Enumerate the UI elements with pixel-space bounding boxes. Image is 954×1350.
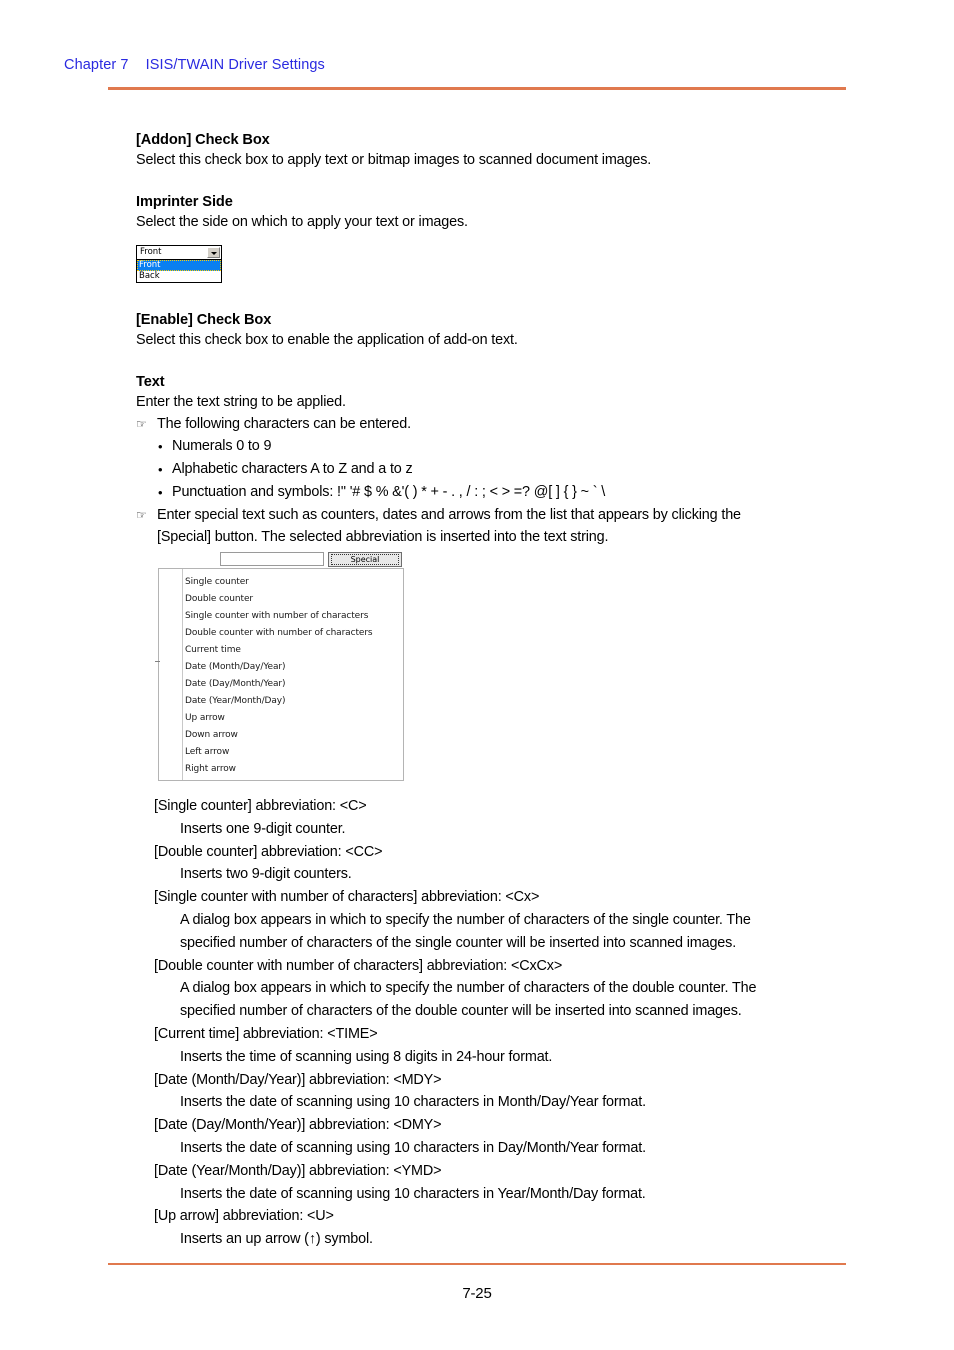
- abbreviation-term: [Single counter with number of character…: [154, 889, 540, 906]
- abbreviation-definition: A dialog box appears in which to specify…: [180, 980, 757, 997]
- menu-item[interactable]: Single counter with number of characters: [185, 608, 401, 625]
- abbreviation-term: [Current time] abbreviation: <TIME>: [154, 1025, 378, 1042]
- menu-item[interactable]: Double counter: [185, 591, 401, 608]
- abbreviation-definition: Inserts the date of scanning using 10 ch…: [180, 1185, 646, 1202]
- abbreviation-term: [Single counter] abbreviation: <C>: [154, 798, 367, 814]
- abbreviation-definition: Inserts the time of scanning using 8 dig…: [180, 1048, 553, 1065]
- abbreviation-term: [Date (Month/Day/Year)] abbreviation: <M…: [154, 1071, 442, 1088]
- abbreviation-definition: Inserts one 9-digit counter.: [180, 820, 346, 837]
- menu-item[interactable]: Left arrow: [185, 744, 401, 761]
- abbreviation-definition: Inserts the date of scanning using 10 ch…: [180, 1139, 646, 1156]
- abbreviation-definition: specified number of characters of the do…: [180, 1003, 742, 1020]
- header-title: ISIS/TWAIN Driver Settings: [145, 57, 325, 73]
- text-input[interactable]: [220, 552, 324, 566]
- imprinter-side-select[interactable]: Front: [136, 245, 222, 260]
- combo-option-front[interactable]: Front: [137, 260, 221, 271]
- abbreviation-term: [Up arrow] abbreviation: <U>: [154, 1208, 334, 1225]
- pointing-hand-icon: ☞: [136, 508, 147, 522]
- list-item: Numerals 0 to 9: [136, 435, 848, 458]
- menu-item[interactable]: Down arrow: [185, 727, 401, 744]
- menu-item[interactable]: Up arrow: [185, 710, 401, 727]
- footer-divider: [108, 1263, 846, 1265]
- abbreviation-term: [Date (Day/Month/Year)] abbreviation: <D…: [154, 1117, 442, 1134]
- abbreviation-term: [Double counter] abbreviation: <CC>: [154, 843, 383, 860]
- imprinter-side-selected-value: Front: [140, 247, 162, 257]
- page-header: Chapter 7 ISIS/TWAIN Driver Settings: [64, 57, 325, 73]
- abbreviation-definition: Inserts two 9-digit counters.: [180, 866, 352, 883]
- note-text: The following characters can be entered.: [157, 416, 411, 432]
- pointing-hand-icon: ☞: [136, 417, 147, 431]
- menu-item[interactable]: Current time: [185, 642, 401, 659]
- listbox-tick-mark: [155, 661, 160, 662]
- section-heading-addon: [Addon] Check Box: [136, 132, 270, 148]
- list-item: Alphabetic characters A to Z and a to z: [136, 458, 848, 481]
- special-button[interactable]: Special: [328, 552, 402, 567]
- abbreviation-term: [Date (Year/Month/Day)] abbreviation: <Y…: [154, 1162, 442, 1179]
- menu-item[interactable]: Date (Day/Month/Year): [185, 676, 401, 693]
- menu-item[interactable]: Right arrow: [185, 761, 401, 778]
- listbox-gutter: [159, 569, 183, 780]
- header-divider: [108, 87, 846, 90]
- section-body-addon: Select this check box to apply text or b…: [136, 152, 652, 168]
- special-menu-listbox[interactable]: Single counter Double counter Single cou…: [155, 568, 404, 781]
- abbreviation-definition: specified number of characters of the si…: [180, 934, 737, 951]
- allowed-characters-list: Numerals 0 to 9 Alphabetic characters A …: [136, 435, 848, 504]
- note-text-line2: [Special] button. The selected abbreviat…: [157, 529, 609, 545]
- imprinter-side-combo-widget[interactable]: Front Front Back: [136, 245, 222, 283]
- section-heading-enable: [Enable] Check Box: [136, 312, 272, 328]
- menu-item[interactable]: Double counter with number of characters: [185, 625, 401, 642]
- listbox-items: Single counter Double counter Single cou…: [185, 574, 401, 778]
- section-body-enable: Select this check box to enable the appl…: [136, 332, 518, 348]
- section-heading-imprinter-side: Imprinter Side: [136, 194, 233, 210]
- menu-item[interactable]: Date (Month/Day/Year): [185, 659, 401, 676]
- menu-item[interactable]: Date (Year/Month/Day): [185, 693, 401, 710]
- special-button-label: Special: [331, 554, 399, 565]
- abbreviation-definition: Inserts an up arrow (↑) symbol.: [180, 1231, 373, 1248]
- abbreviation-definition: A dialog box appears in which to specify…: [180, 911, 751, 928]
- header-chapter-label: Chapter 7: [64, 57, 129, 73]
- special-input-row: Special: [158, 551, 404, 568]
- page-number: 7-25: [462, 1285, 492, 1302]
- section-heading-text: Text: [136, 374, 165, 390]
- chevron-down-icon: [210, 251, 217, 255]
- combo-dropdown-button[interactable]: [207, 247, 220, 258]
- note-item-special: ☞ Enter special text such as counters, d…: [136, 504, 848, 548]
- imprinter-side-option-list[interactable]: Front Back: [136, 260, 222, 283]
- special-text-widget[interactable]: Special Single counter Double counter Si…: [155, 551, 404, 781]
- note-item-characters: ☞ The following characters can be entere…: [136, 413, 848, 435]
- spacer-widget-combo: [136, 233, 848, 311]
- abbreviation-definitions: [Single counter] abbreviation: <C> Inser…: [154, 795, 848, 1251]
- list-item: Punctuation and symbols: !" '# $ % &'( )…: [136, 481, 848, 504]
- abbreviation-definition: Inserts the date of scanning using 10 ch…: [180, 1094, 646, 1111]
- main-content: [Addon] Check Box Select this check box …: [136, 131, 848, 548]
- section-body-imprinter-side: Select the side on which to apply your t…: [136, 214, 468, 230]
- menu-item[interactable]: Single counter: [185, 574, 401, 591]
- abbreviation-term: [Double counter with number of character…: [154, 957, 563, 974]
- note-text-line1: Enter special text such as counters, dat…: [157, 507, 741, 523]
- section-body-text: Enter the text string to be applied.: [136, 394, 346, 410]
- document-page: Chapter 7 ISIS/TWAIN Driver Settings [Add…: [0, 0, 954, 1350]
- combo-option-back[interactable]: Back: [137, 271, 221, 282]
